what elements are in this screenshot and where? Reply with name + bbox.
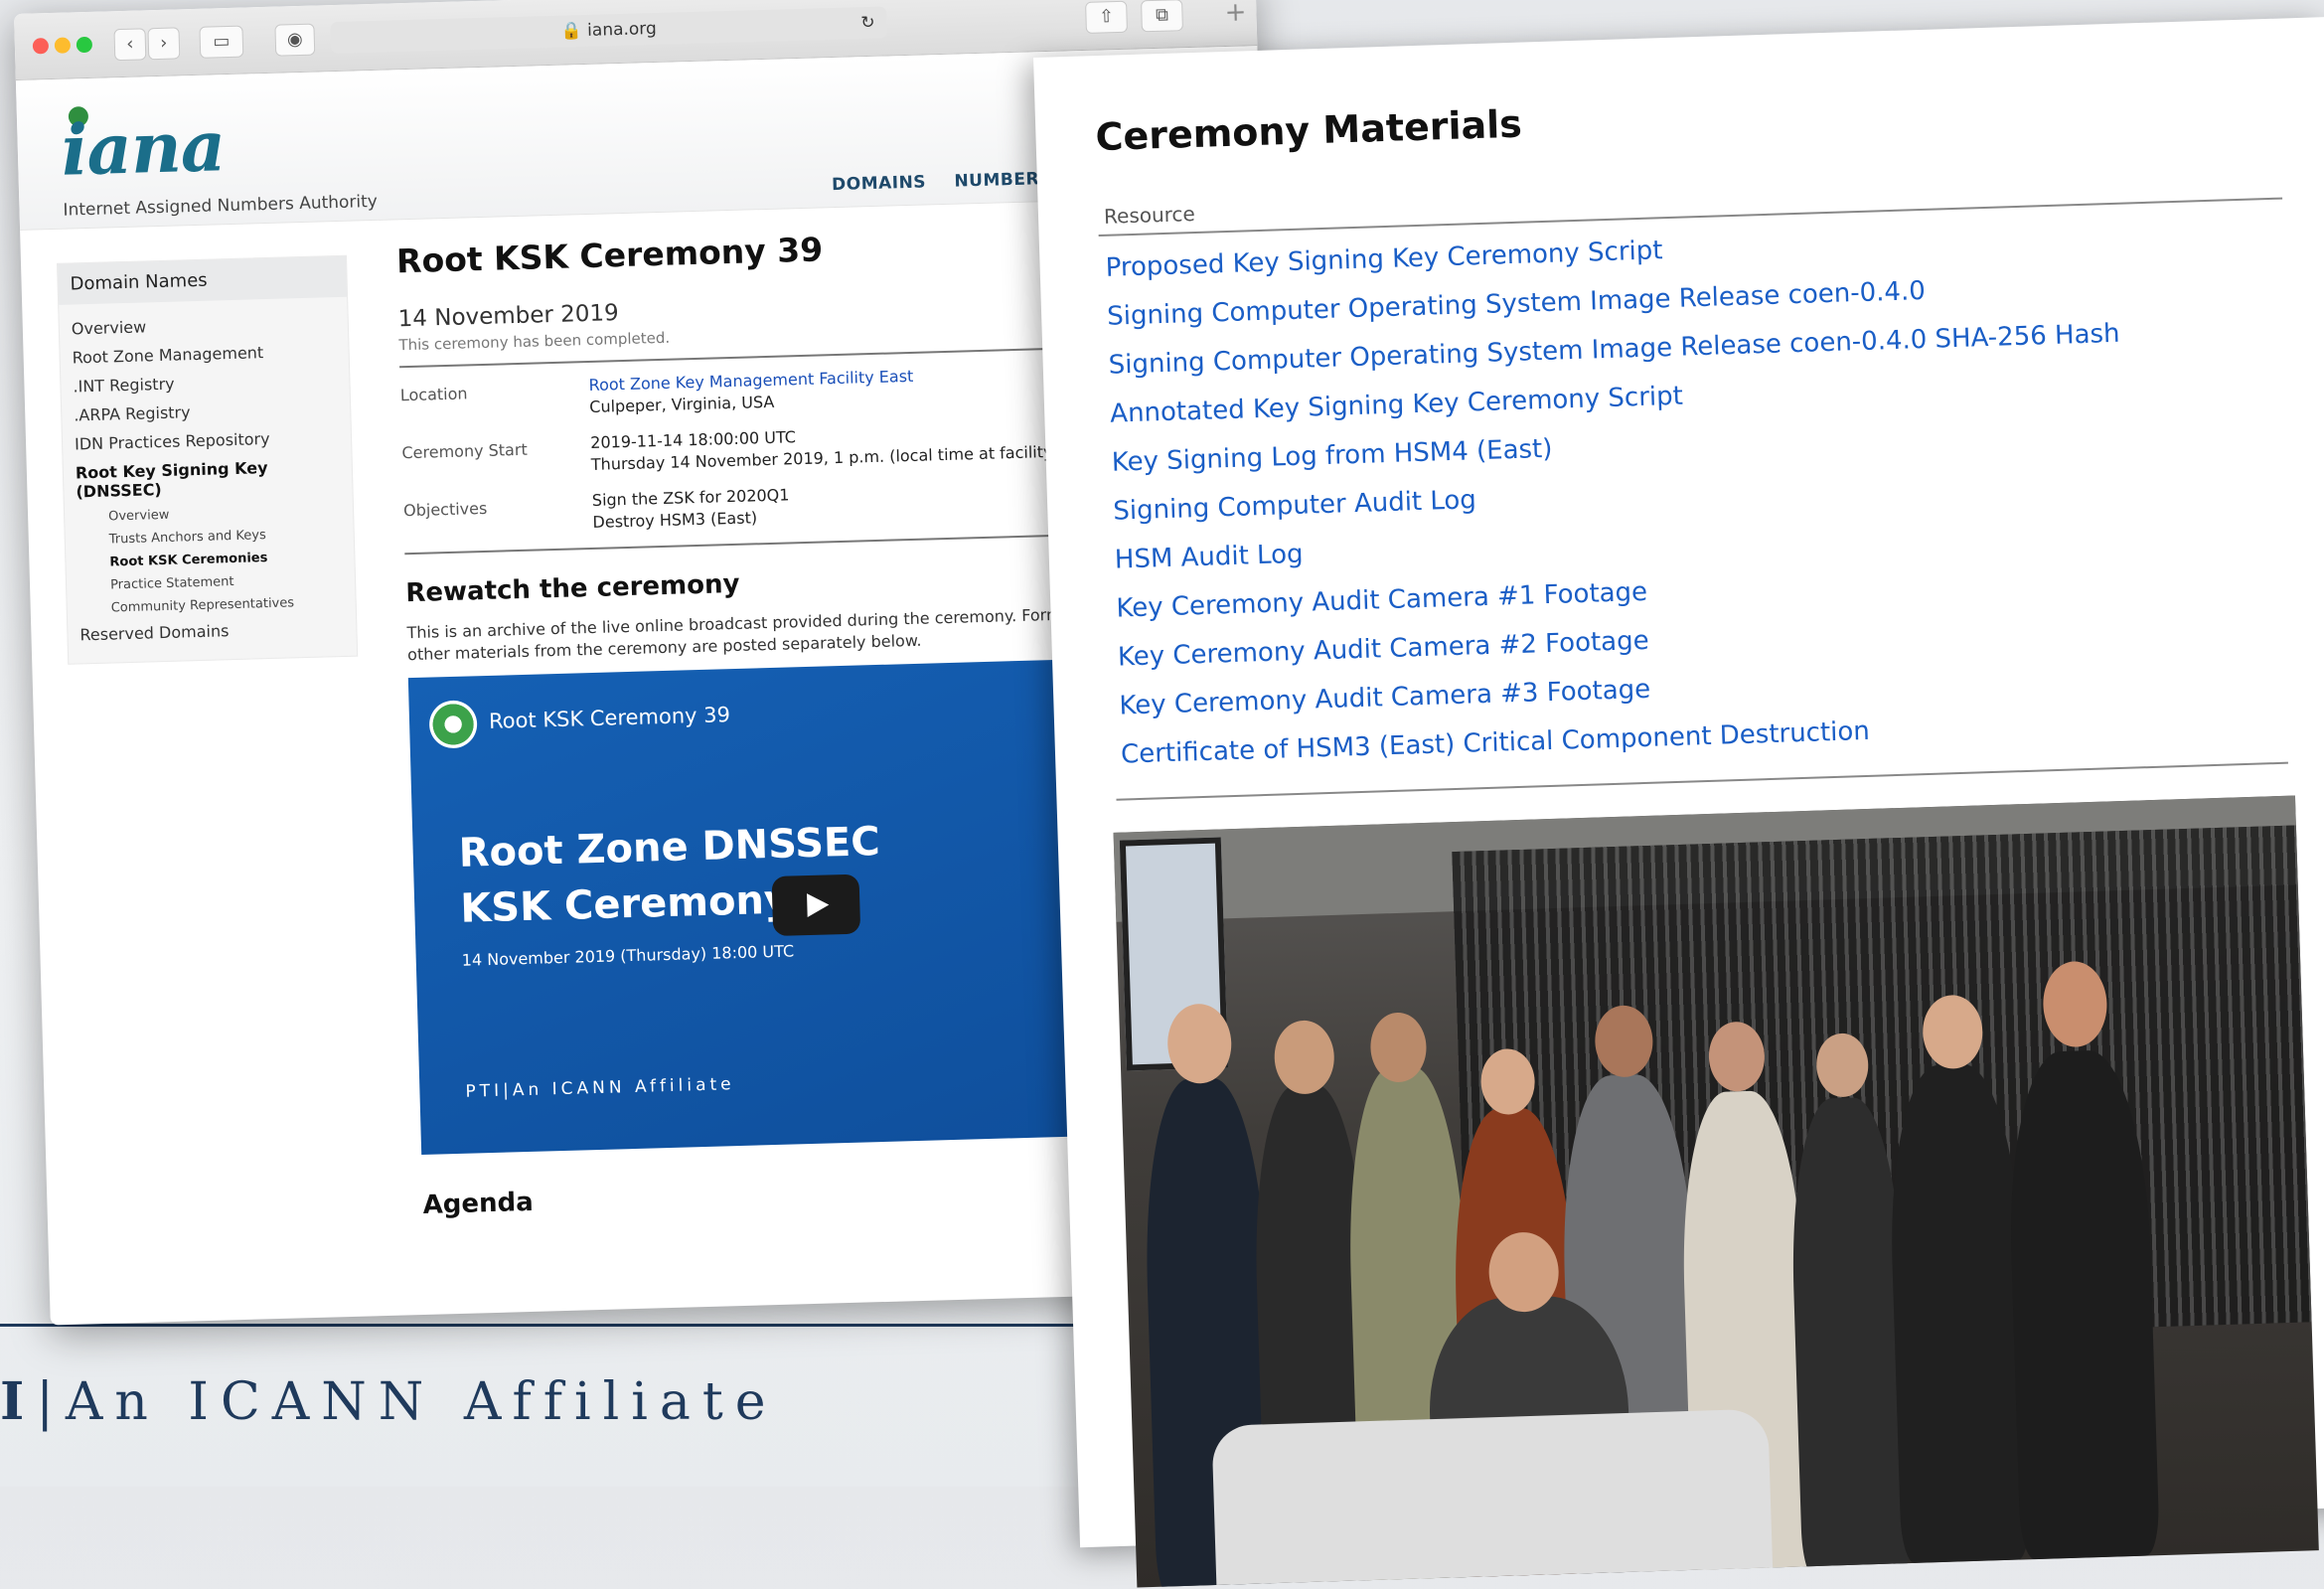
iana-logo[interactable]: iana bbox=[61, 104, 226, 192]
share-button[interactable]: ⇧ bbox=[1085, 0, 1128, 34]
play-icon[interactable] bbox=[771, 874, 861, 937]
tabs-icon: ⧉ bbox=[1155, 4, 1169, 26]
new-tab-button[interactable]: + bbox=[1224, 0, 1247, 28]
pti-logo-icon bbox=[428, 700, 478, 749]
location-address: Culpeper, Virginia, USA bbox=[589, 392, 775, 416]
photo-table bbox=[1211, 1408, 1775, 1588]
share-icon: ⇧ bbox=[1098, 6, 1115, 28]
site-tagline: Internet Assigned Numbers Authority bbox=[63, 191, 379, 221]
ceremony-materials-panel: Ceremony Materials Resource Proposed Key… bbox=[1033, 17, 2324, 1588]
footer-rule bbox=[0, 1324, 1093, 1327]
location-link[interactable]: Root Zone Key Management Facility East bbox=[588, 367, 913, 395]
chevron-left-icon: ‹ bbox=[125, 33, 134, 55]
photo-person-head bbox=[1273, 1020, 1335, 1095]
video-slide-footer: PTI|An ICANN Affiliate bbox=[465, 1074, 735, 1102]
tab-overview-button[interactable]: ⧉ bbox=[1141, 0, 1183, 33]
sidebar: Domain Names Overview Root Zone Manageme… bbox=[57, 254, 359, 665]
address-bar[interactable]: 🔒 iana.org ↻ bbox=[330, 6, 888, 55]
video-slide-date: 14 November 2019 (Thursday) 18:00 UTC bbox=[461, 941, 795, 970]
zoom-window-button[interactable] bbox=[76, 36, 93, 54]
nav-domains[interactable]: DOMAINS bbox=[832, 172, 926, 195]
location-label: Location bbox=[399, 384, 468, 405]
materials-heading: Ceremony Materials bbox=[1094, 101, 1523, 160]
group-photo bbox=[1113, 795, 2319, 1588]
sidebar-toggle-button[interactable]: ▭ bbox=[199, 25, 244, 59]
privacy-report-button[interactable]: ◉ bbox=[274, 23, 316, 57]
close-window-button[interactable] bbox=[32, 38, 50, 55]
sidebar-icon: ▭ bbox=[213, 30, 231, 53]
url-text: iana.org bbox=[586, 18, 658, 41]
objective-2: Destroy HSM3 (East) bbox=[592, 508, 758, 532]
video-player[interactable]: Root KSK Ceremony 39 Root Zone DNSSEC KSK… bbox=[407, 659, 1097, 1155]
affiliate-banner: I|An ICANN Affiliate bbox=[0, 1371, 778, 1432]
shield-icon: ◉ bbox=[286, 28, 303, 51]
lock-icon: 🔒 bbox=[560, 21, 583, 42]
start-utc: 2019-11-14 18:00:00 UTC bbox=[590, 427, 797, 452]
sidebar-item-root-ksk[interactable]: Root Key Signing Key (DNSSEC) bbox=[64, 451, 353, 507]
start-label: Ceremony Start bbox=[401, 439, 528, 463]
minimize-window-button[interactable] bbox=[54, 37, 72, 54]
reload-icon[interactable]: ↻ bbox=[860, 7, 875, 39]
forward-button[interactable]: › bbox=[147, 27, 181, 61]
objective-1: Sign the ZSK for 2020Q1 bbox=[591, 485, 790, 510]
chevron-right-icon: › bbox=[159, 32, 168, 54]
materials-list: Proposed Key Signing Key Ceremony Script… bbox=[1105, 213, 2133, 780]
back-button[interactable]: ‹ bbox=[113, 28, 147, 62]
objectives-label: Objectives bbox=[402, 498, 488, 521]
video-title[interactable]: Root KSK Ceremony 39 bbox=[489, 703, 730, 733]
